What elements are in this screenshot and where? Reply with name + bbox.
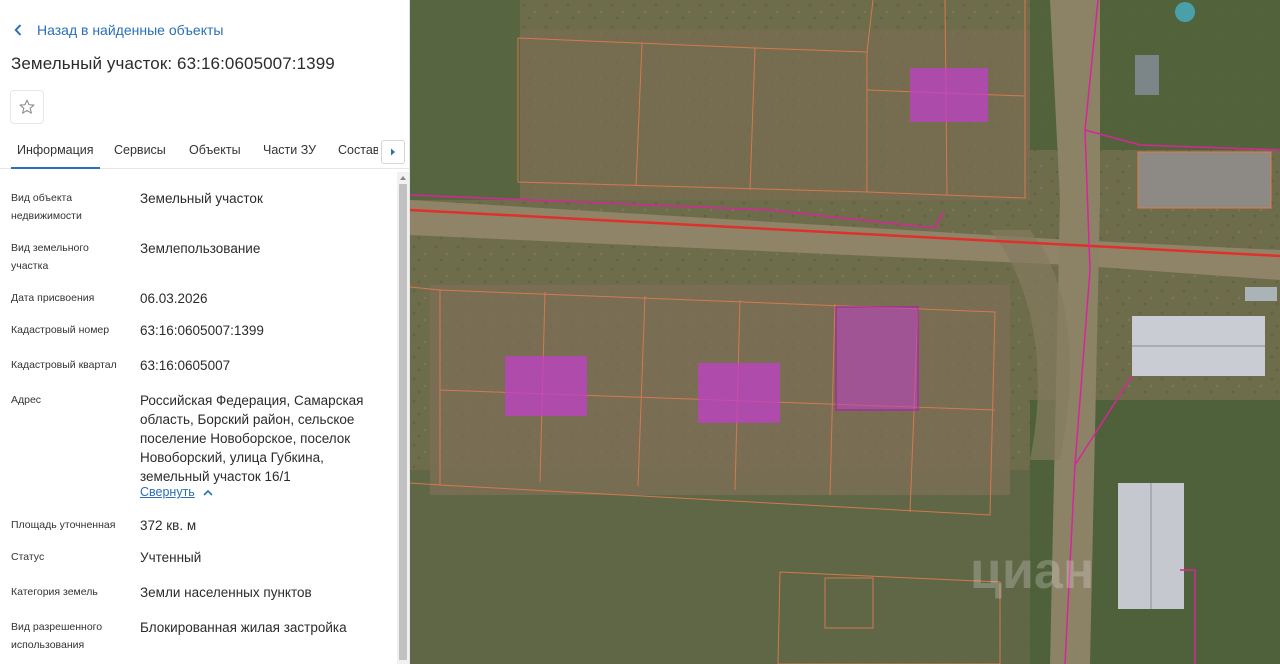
tab-services[interactable]: Сервисы bbox=[114, 137, 166, 169]
star-icon bbox=[19, 99, 35, 114]
info-list: Вид объекта недвижимости Земельный участ… bbox=[0, 175, 396, 664]
map-vegetation bbox=[410, 0, 520, 200]
info-value: Землепользование bbox=[140, 241, 261, 256]
tab-bar: Информация Сервисы Объекты Части ЗУ Сост… bbox=[0, 137, 409, 169]
info-label: Площадь уточненная bbox=[11, 519, 116, 531]
info-value: Земли населенных пунктов bbox=[140, 585, 312, 600]
chevron-up-icon bbox=[203, 489, 213, 496]
page-title: Земельный участок: 63:16:0605007:1399 bbox=[11, 54, 335, 73]
info-label: Кадастровый номер bbox=[11, 324, 110, 336]
caret-right-icon bbox=[391, 148, 395, 156]
tab-objects[interactable]: Объекты bbox=[189, 137, 241, 169]
panel-scrollbar[interactable] bbox=[397, 172, 409, 664]
info-label: Кадастровый квартал bbox=[11, 359, 117, 371]
info-value: 63:16:0605007 bbox=[140, 358, 231, 373]
chevron-left-icon bbox=[14, 20, 30, 40]
back-link-label: Назад в найденные объекты bbox=[37, 22, 224, 38]
scroll-up-arrow-icon[interactable] bbox=[397, 172, 409, 184]
info-label: Категория земель bbox=[11, 586, 98, 598]
map-vegetation bbox=[410, 470, 1030, 664]
tabs-scroll-right-button[interactable] bbox=[381, 140, 405, 164]
satellite-map[interactable]: циан bbox=[410, 0, 1280, 664]
info-value: Учтенный bbox=[140, 550, 202, 565]
scrollbar-thumb[interactable] bbox=[399, 184, 407, 660]
info-value: Блокированная жилая застройка bbox=[140, 620, 347, 635]
back-to-results-link[interactable]: Назад в найденные объекты bbox=[14, 20, 223, 40]
info-label: Статус bbox=[11, 551, 45, 563]
object-info-panel: Назад в найденные объекты Земельный учас… bbox=[0, 0, 410, 664]
tab-information[interactable]: Информация bbox=[11, 137, 100, 169]
map-watermark: циан bbox=[970, 542, 1094, 600]
favorite-button[interactable] bbox=[10, 90, 44, 124]
info-label: Дата присвоения bbox=[11, 292, 95, 304]
info-label: Адрес bbox=[11, 394, 42, 406]
info-label: Вид объекта недвижимости bbox=[11, 192, 82, 222]
info-label: Вид земельного участка bbox=[11, 242, 89, 272]
info-value: 63:16:0605007:1399 bbox=[140, 323, 264, 338]
info-value: 06.03.2026 bbox=[140, 291, 208, 306]
tab-composition[interactable]: Состав bbox=[338, 137, 378, 169]
info-value: Земельный участок bbox=[140, 191, 263, 206]
collapse-address-link[interactable]: Свернуть bbox=[140, 485, 213, 499]
info-label: Вид разрешенного использования bbox=[11, 621, 103, 651]
tab-land-parts[interactable]: Части ЗУ bbox=[263, 137, 316, 169]
collapse-label: Свернуть bbox=[140, 485, 195, 499]
info-value: Российская Федерация, Самарская область,… bbox=[140, 393, 364, 484]
info-value: 372 кв. м bbox=[140, 518, 197, 533]
